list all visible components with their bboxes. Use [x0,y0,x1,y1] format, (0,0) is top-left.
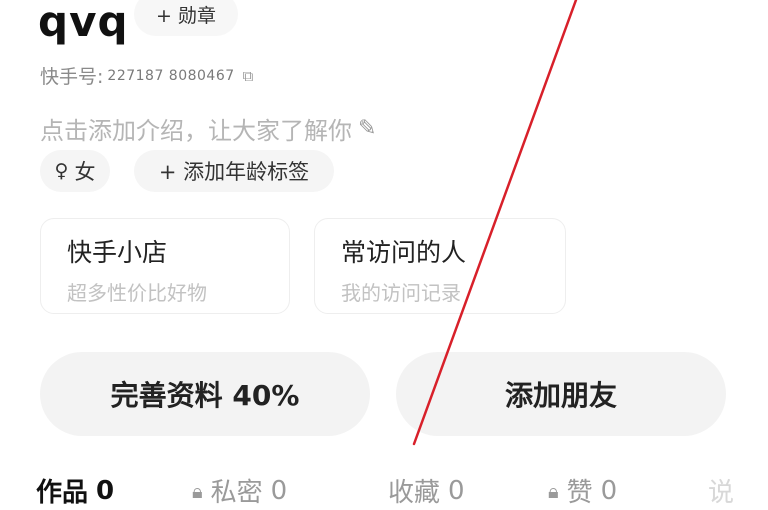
tab-favorites-count: 0 [448,475,465,506]
tab-likes-label: 赞 [566,478,593,508]
account-id-value: 227187 8080467 [107,67,235,84]
edit-pen-icon: ✎ [358,116,377,141]
profile-tabs: 作品 0 🔒︎ 私密 0 收藏 0 🔒︎ 赞 0 说 [0,466,768,510]
shop-card-title: 快手小店 [67,238,168,267]
complete-profile-button[interactable]: 完善资料 40% [40,352,370,436]
add-age-tag-button[interactable]: + 添加年龄标签 [134,150,334,192]
account-id-row: 快手号: 227187 8080467 ⧉ [40,62,253,89]
intro-placeholder: 点击添加介绍，让大家了解你 [40,117,352,145]
tab-likes-count: 0 [600,475,618,506]
lock-icon: 🔒︎ [192,478,203,503]
tab-private-count: 0 [270,475,288,506]
tab-works-count: 0 [96,475,115,506]
add-friend-button[interactable]: 添加朋友 [396,352,726,436]
copy-icon[interactable]: ⧉ [243,67,254,85]
tab-more[interactable]: 说 [708,472,734,509]
tab-works-label: 作品 [36,478,89,508]
tab-favorites[interactable]: 收藏 0 [388,472,465,509]
account-id-label: 快手号: [40,66,104,88]
visitors-card[interactable]: 常访问的人 我的访问记录 [314,218,566,314]
female-icon: ♀ [54,160,69,182]
visitors-card-title: 常访问的人 [341,238,467,267]
shop-card-subtitle: 超多性价比好物 [67,281,207,305]
tab-favorites-label: 收藏 [388,478,441,508]
shop-card[interactable]: 快手小店 超多性价比好物 [40,218,290,314]
gender-tag[interactable]: ♀ 女 [40,150,110,192]
gender-label: 女 [74,160,96,184]
intro-edit[interactable]: 点击添加介绍，让大家了解你 ✎ [40,111,376,146]
visitors-card-subtitle: 我的访问记录 [341,281,461,305]
lock-icon: 🔒︎ [548,478,559,503]
tab-more-label: 说 [708,478,735,508]
tab-private[interactable]: 🔒︎ 私密 0 [192,472,287,509]
tab-works[interactable]: 作品 0 [36,472,114,509]
add-medal-button[interactable]: + 勋章 [134,0,238,36]
tab-private-label: 私密 [210,478,263,508]
tab-likes[interactable]: 🔒︎ 赞 0 [548,472,617,509]
username: qvq [38,0,129,46]
